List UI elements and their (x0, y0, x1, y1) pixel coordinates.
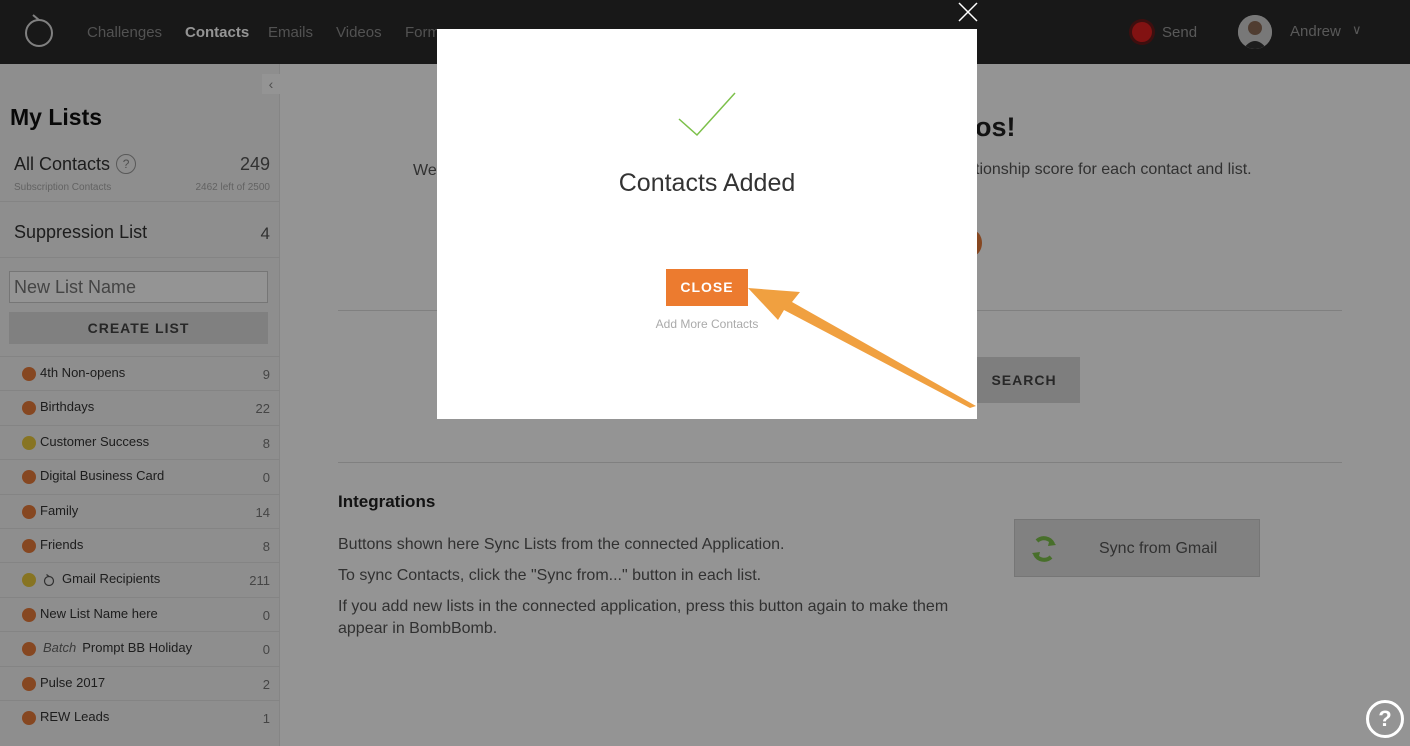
close-button[interactable]: CLOSE (666, 269, 748, 306)
close-icon[interactable] (956, 0, 980, 24)
contacts-added-dialog: Contacts Added CLOSE Add More Contacts (437, 29, 977, 419)
dialog-title: Contacts Added (618, 169, 796, 197)
checkmark-icon (678, 92, 736, 137)
add-more-contacts-link[interactable]: Add More Contacts (437, 317, 977, 331)
help-button[interactable]: ? (1366, 700, 1404, 738)
